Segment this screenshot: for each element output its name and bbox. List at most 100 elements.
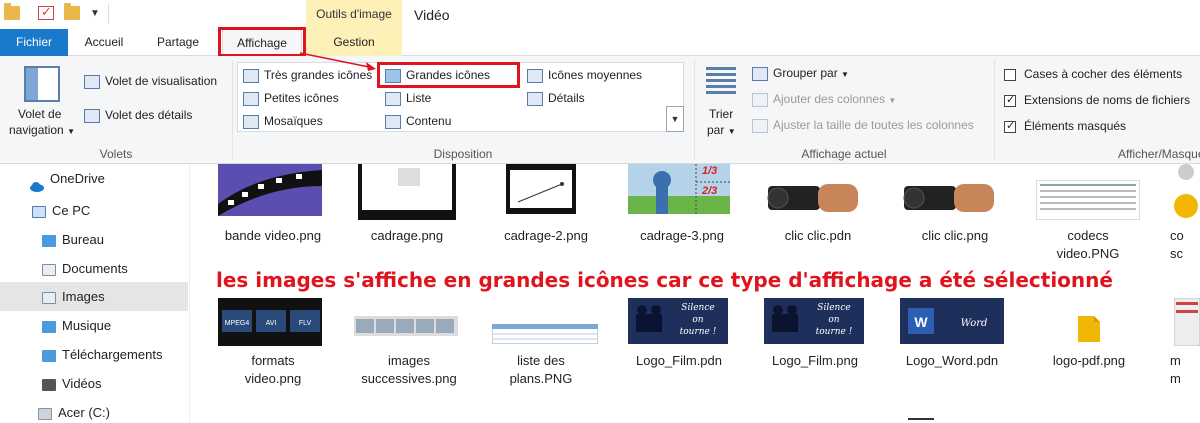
hidden-items-checkbox[interactable]: [1004, 119, 1016, 133]
layout-small-icons[interactable]: Petites icônes: [243, 91, 339, 106]
ribbon-tabs: Fichier Accueil Partage Affichage Gestio…: [0, 29, 1200, 57]
layout-content[interactable]: Contenu: [385, 114, 451, 129]
nav-item-label: Bureau: [62, 232, 104, 247]
file-label[interactable]: clic clic.pdn: [753, 227, 883, 245]
file-label[interactable]: Logo_Film.png: [750, 352, 880, 370]
item-checkboxes-label: Cases à cocher des éléments: [1024, 67, 1183, 81]
nav-item-label: Images: [62, 289, 105, 304]
nav-item-musique[interactable]: Musique: [0, 311, 188, 340]
videos-folder-icon: [42, 378, 56, 391]
file-label[interactable]: logo-pdf.png: [1024, 352, 1154, 370]
thumbnail-codecs-video[interactable]: [1036, 180, 1140, 220]
details-label: Détails: [548, 91, 585, 105]
layout-details[interactable]: Détails: [527, 91, 585, 106]
sort-by-icon[interactable]: [706, 64, 736, 100]
nav-item-documents[interactable]: Documents: [0, 254, 188, 283]
file-extensions-checkbox[interactable]: [1004, 93, 1016, 107]
nav-item-drive-c[interactable]: Acer (C:): [0, 398, 188, 423]
item-checkboxes-option[interactable]: Cases à cocher des éléments: [1004, 67, 1182, 81]
file-label[interactable]: codecs video.PNG: [1023, 227, 1153, 263]
chevron-down-icon: ▼: [727, 127, 736, 136]
thumbnail-cadrage-3[interactable]: 1/3 2/3: [628, 164, 730, 214]
file-label[interactable]: co sc: [1170, 227, 1200, 263]
item-checkboxes-checkbox[interactable]: [1004, 68, 1016, 81]
file-label[interactable]: cadrage-2.png: [481, 227, 611, 245]
properties-check-icon[interactable]: [38, 4, 54, 20]
nav-item-onedrive[interactable]: OneDrive: [0, 164, 188, 193]
silence-text: Silence: [817, 303, 850, 313]
nav-item-ce-pc[interactable]: Ce PC: [0, 196, 188, 225]
group-separator: [694, 60, 695, 160]
details-pane-icon: [84, 108, 100, 123]
drive-icon: [38, 407, 52, 420]
nav-item-videos[interactable]: Vidéos: [0, 369, 188, 398]
thumbnail-liste-des-plans[interactable]: [492, 324, 598, 344]
nav-item-telechargements[interactable]: Téléchargements: [0, 340, 188, 369]
add-columns-button[interactable]: Ajouter des colonnes ▼: [752, 92, 896, 107]
nav-item-images[interactable]: Images: [0, 282, 188, 311]
navigation-pane-button[interactable]: navigation ▼: [9, 123, 75, 137]
preview-pane-button[interactable]: Volet de visualisation: [84, 74, 217, 89]
add-columns-label: Ajouter des colonnes: [773, 92, 886, 106]
extra-large-icons-icon: [243, 68, 259, 83]
thumbnail-cadrage[interactable]: [358, 164, 456, 220]
details-pane-button[interactable]: Volet des détails: [84, 108, 192, 123]
chevron-down-icon: ▼: [888, 96, 897, 105]
small-icons-label: Petites icônes: [264, 91, 339, 105]
tab-accueil[interactable]: Accueil: [70, 29, 138, 56]
thumbnail-bande-video[interactable]: [218, 164, 322, 216]
file-label[interactable]: cadrage.png: [342, 227, 472, 245]
thumbnail-logo-word[interactable]: W Word: [900, 298, 1004, 344]
group-separator: [232, 60, 233, 160]
show-hide-group-label: Afficher/Masquer: [1118, 147, 1200, 161]
thumbnail-clic-clic-png[interactable]: [900, 176, 998, 220]
file-label[interactable]: Logo_Film.pdn: [614, 352, 744, 370]
thumbnail-logo-film-png[interactable]: Silence on tourne !: [764, 298, 864, 344]
documents-folder-icon: [42, 263, 56, 276]
file-label[interactable]: clic clic.png: [890, 227, 1020, 245]
details-pane-label: Volet des détails: [105, 108, 193, 122]
group-by-button[interactable]: Grouper par ▼: [752, 66, 849, 81]
thumbnail-logo-film-pdn[interactable]: Silence on tourne !: [628, 298, 728, 344]
file-label[interactable]: Logo_Word.pdn: [887, 352, 1017, 370]
nav-item-label: Téléchargements: [62, 347, 163, 362]
file-label[interactable]: formats video.png: [208, 352, 338, 388]
nav-item-bureau[interactable]: Bureau: [0, 225, 188, 254]
thumbnail-partial-2[interactable]: [1174, 298, 1200, 346]
file-label[interactable]: mm: [1170, 352, 1200, 388]
file-extensions-option[interactable]: Extensions de noms de fichiers: [1004, 93, 1190, 107]
layout-tiles[interactable]: Mosaïques: [243, 114, 323, 129]
customize-quick-access-icon[interactable]: ▼: [90, 8, 100, 19]
details-icon: [527, 91, 543, 106]
thumbnail-clic-clic-pdn[interactable]: [764, 176, 862, 220]
gallery-more-button[interactable]: ▼: [666, 106, 684, 132]
thumbnail-partial-1[interactable]: [1170, 164, 1200, 220]
navigation-pane-label-1[interactable]: Volet de: [18, 107, 61, 121]
file-label[interactable]: cadrage-3.png: [617, 227, 747, 245]
nav-item-label: OneDrive: [50, 171, 105, 186]
word-w-icon: W: [914, 314, 928, 330]
pdf-file-icon[interactable]: [1076, 314, 1102, 344]
annotation-text: les images s'affiche en grandes icônes c…: [216, 268, 1113, 292]
file-label[interactable]: bande video.png: [208, 227, 338, 245]
hidden-items-option[interactable]: Éléments masqués: [1004, 119, 1126, 133]
thumbnail-formats-video[interactable]: MPEG4 AVI FLV: [218, 298, 322, 346]
red-arrow: [299, 52, 376, 71]
thumbnail-images-successives[interactable]: [354, 316, 458, 336]
tab-partage[interactable]: Partage: [144, 29, 212, 56]
sort-by-label-1[interactable]: Trier: [709, 107, 733, 121]
navigation-pane-icon[interactable]: [24, 66, 60, 102]
highlight-affichage-tab: [218, 27, 306, 57]
tab-fichier[interactable]: Fichier: [0, 29, 68, 56]
on-text: on: [828, 315, 839, 325]
file-label[interactable]: images successives.png: [344, 352, 474, 388]
list-label: Liste: [406, 91, 432, 105]
fit-columns-button[interactable]: Ajuster la taille de toutes les colonnes: [752, 118, 974, 133]
layout-medium-icons[interactable]: Icônes moyennes: [527, 68, 642, 83]
file-label[interactable]: liste des plans.PNG: [476, 352, 606, 388]
folder-icon[interactable]: [4, 3, 20, 20]
thumbnail-cadrage-2[interactable]: [506, 164, 576, 214]
layout-list[interactable]: Liste: [385, 91, 431, 106]
new-folder-icon[interactable]: [64, 3, 80, 20]
sort-by-button[interactable]: par ▼: [707, 123, 736, 137]
